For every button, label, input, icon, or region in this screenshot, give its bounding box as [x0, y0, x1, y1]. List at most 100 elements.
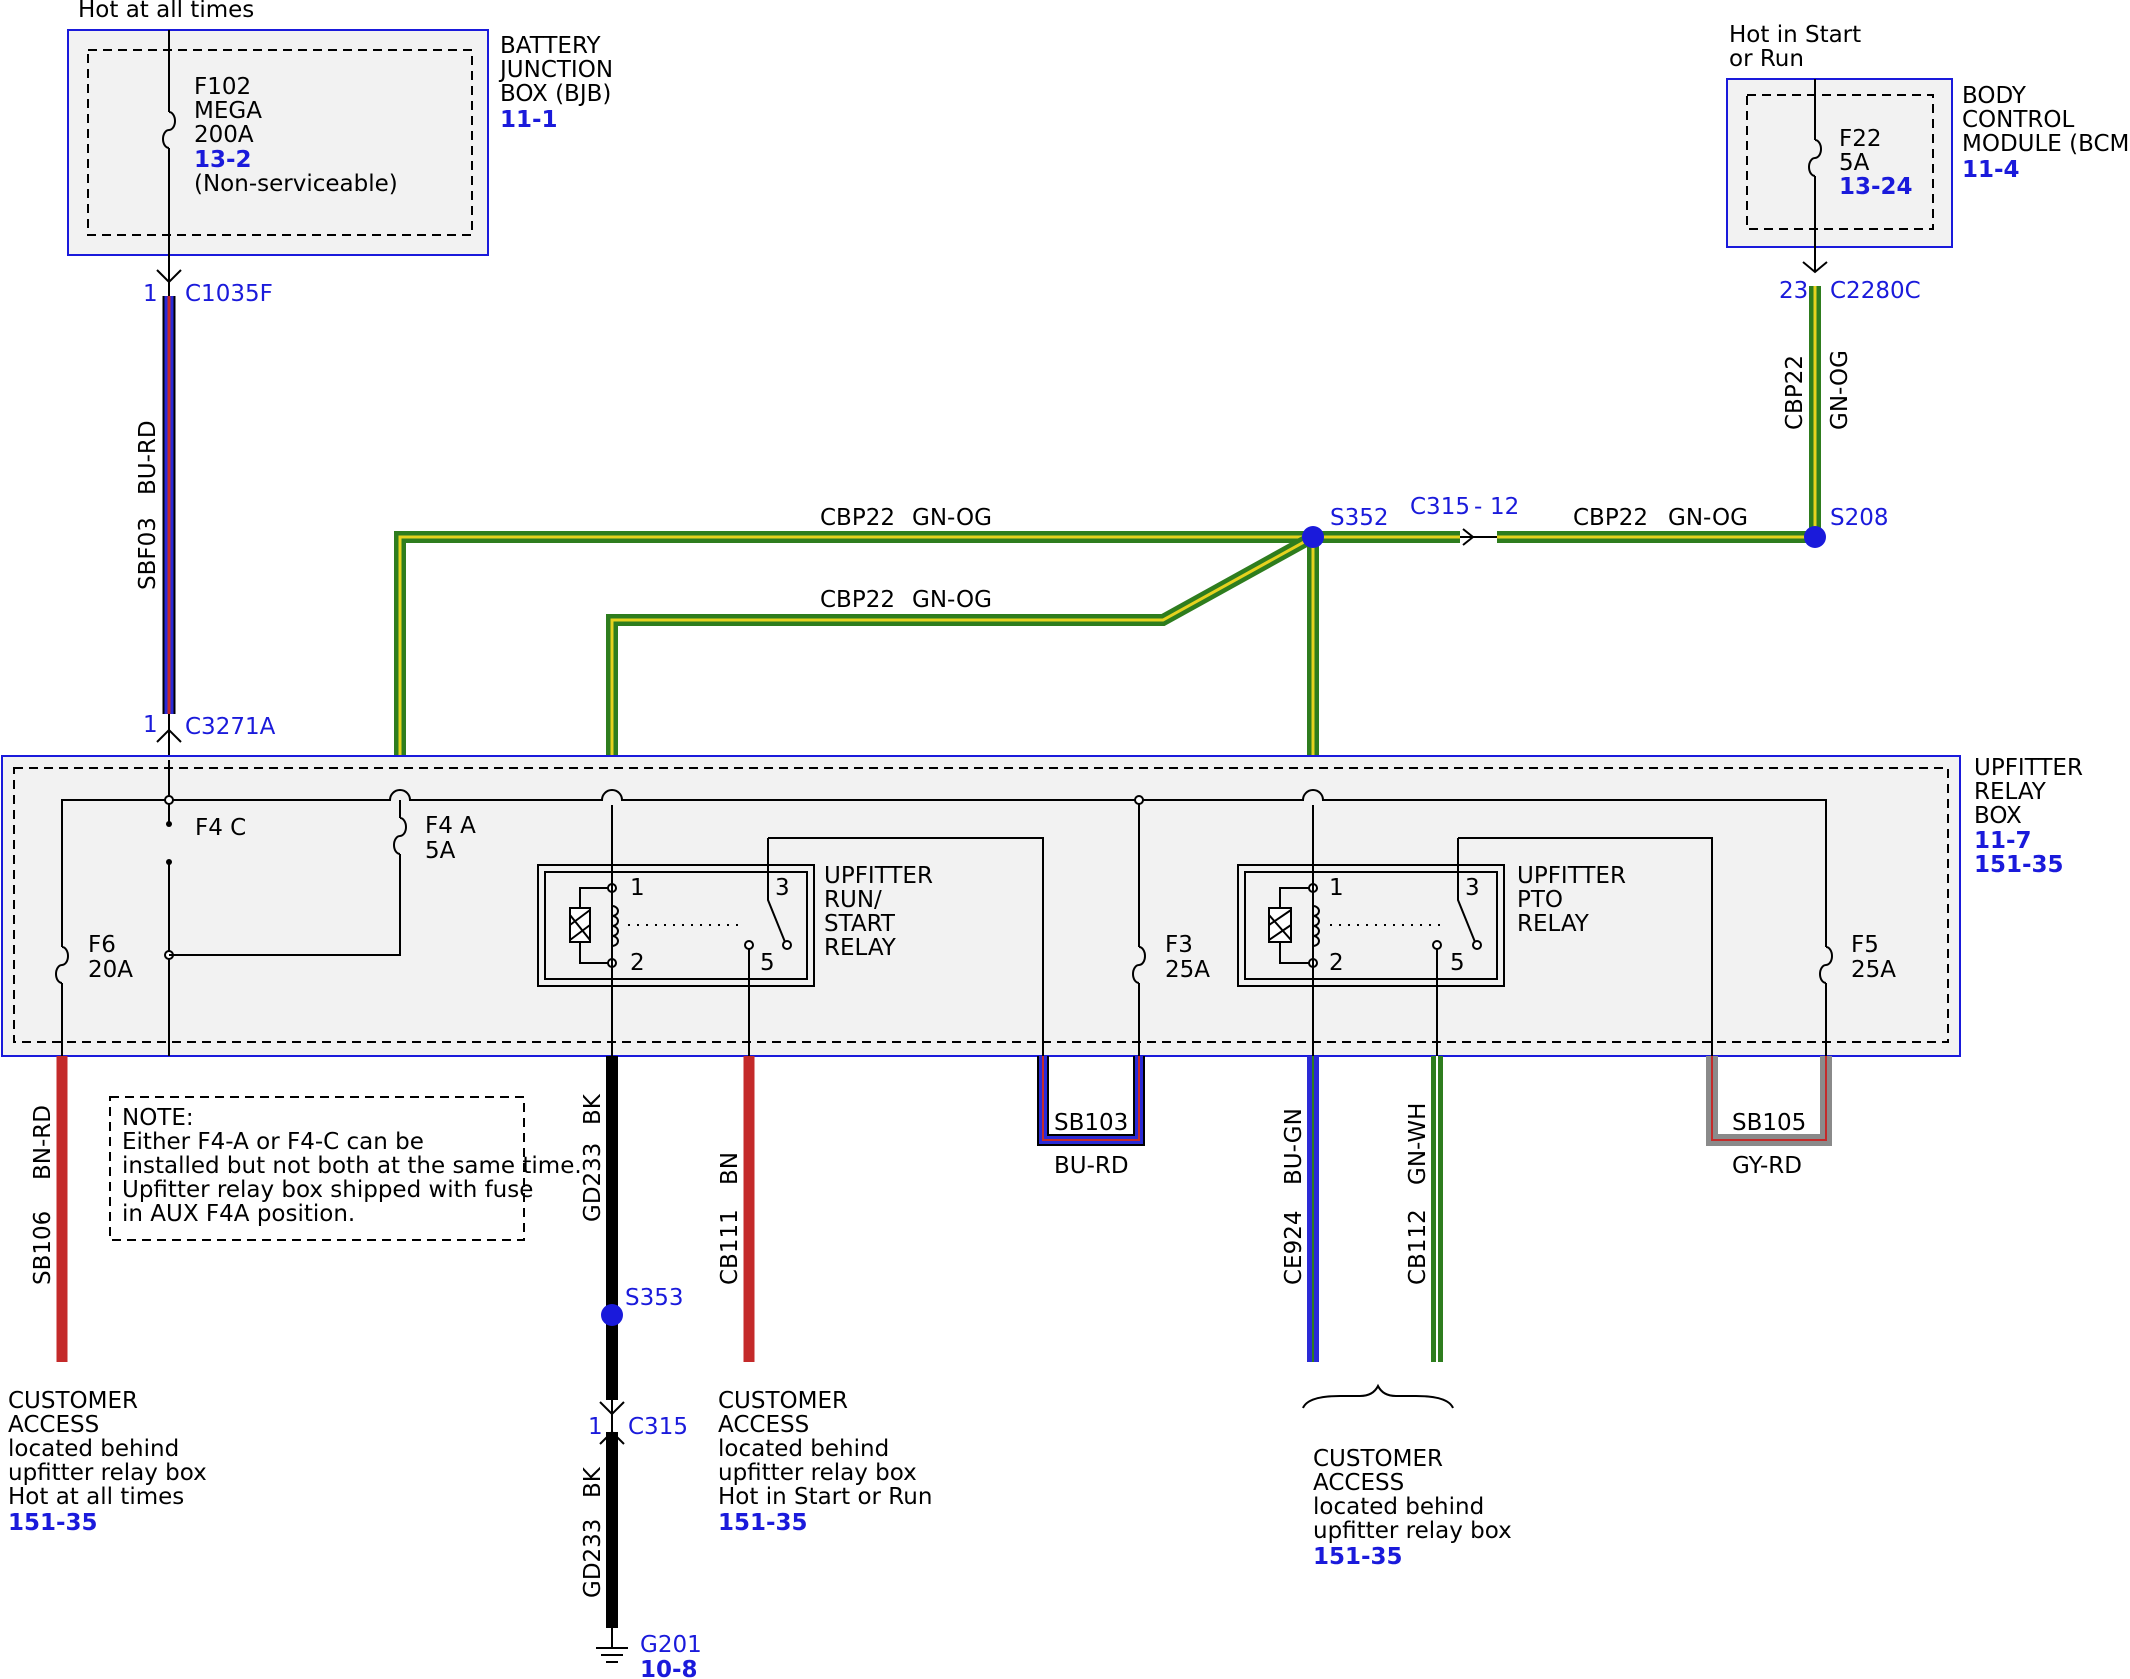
access-left-line3: located behind	[8, 1436, 179, 1462]
c315-inline-name[interactable]: C315	[1410, 494, 1470, 520]
relay1-label-line1: UPFITTER	[824, 863, 933, 889]
body-control-module: Hot in Start or Run F22 5A 13-24 BODY CO…	[1726, 22, 2130, 248]
bjb-label-line3: BOX (BJB)	[500, 81, 611, 107]
note-line2: Either F4-A or F4-C can be	[122, 1129, 424, 1155]
cbp22-top-color: GN-OG	[912, 505, 992, 531]
relay1-pin2: 2	[630, 950, 645, 976]
sb106-color: BN-RD	[30, 1105, 56, 1180]
splice-s208[interactable]	[1804, 526, 1826, 548]
relay2-label-line2: PTO	[1517, 887, 1563, 913]
customer-access-mid: CUSTOMER ACCESS located behind upfitter …	[718, 1388, 932, 1536]
access-left-line4: upfitter relay box	[8, 1460, 207, 1486]
bjb-ref[interactable]: 11-1	[500, 107, 558, 133]
relay2-label-line1: UPFITTER	[1517, 863, 1626, 889]
fuse-f4a-rating: 5A	[425, 838, 456, 864]
access-mid-line4: upfitter relay box	[718, 1460, 917, 1486]
wire-cbp22-top	[394, 531, 1313, 756]
c315-inline-pin: 12	[1490, 494, 1519, 520]
gd233-b-color: BK	[580, 1466, 606, 1498]
cb111-circuit: CB111	[717, 1209, 743, 1285]
splice-s352[interactable]	[1302, 526, 1324, 548]
fuse-f6-name: F6	[88, 932, 116, 958]
c1035f-name[interactable]: C1035F	[185, 281, 273, 307]
relay-box-label-line2: RELAY	[1974, 779, 2047, 805]
bcm-label-line2: CONTROL	[1962, 107, 2075, 133]
bcm-fuse-rating: 5A	[1839, 150, 1870, 176]
bjb-fuse-ref[interactable]: 13-2	[194, 147, 252, 173]
splice-s353[interactable]	[601, 1304, 623, 1326]
cbp22-top-circuit: CBP22	[820, 505, 895, 531]
sb103-circuit: SB103	[1054, 1110, 1128, 1136]
relay-box-label-line1: UPFITTER	[1974, 755, 2083, 781]
cbp22-mid-color: GN-OG	[912, 587, 992, 613]
access-left-ref[interactable]: 151-35	[8, 1510, 98, 1536]
access-mid-line3: located behind	[718, 1436, 889, 1462]
fuse-note: NOTE: Either F4-A or F4-C can be install…	[109, 1096, 582, 1241]
access-right-ref[interactable]: 151-35	[1313, 1544, 1403, 1570]
fuse-f6-rating: 20A	[88, 957, 133, 983]
access-left-line2: ACCESS	[8, 1412, 99, 1438]
relay1-label-line4: RELAY	[824, 935, 897, 961]
sb105-circuit: SB105	[1732, 1110, 1806, 1136]
gd233-b-circuit: GD233	[580, 1519, 606, 1598]
relay2-pin1: 1	[1329, 875, 1344, 901]
cbp22-bcm-color: GN-OG	[1827, 350, 1853, 430]
c315-name[interactable]: C315	[628, 1414, 688, 1440]
bjb-label-line2: JUNCTION	[498, 57, 613, 83]
battery-junction-box: Hot at all times F102 MEGA 200A 13-2 (No…	[67, 0, 613, 256]
cb111-color: BN	[717, 1152, 743, 1185]
bcm-label-line1: BODY	[1962, 83, 2027, 109]
bjb-fuse-type: MEGA	[194, 98, 262, 124]
c315-pin: 1	[588, 1414, 603, 1440]
gd233-a-circuit: GD233	[580, 1143, 606, 1222]
relay1-label-line3: START	[824, 911, 896, 937]
bjb-fuse-name: F102	[194, 74, 251, 100]
ground-g201-icon	[596, 1628, 628, 1663]
s352-label[interactable]: S352	[1330, 505, 1389, 531]
wire-cbp22-mid	[606, 531, 1316, 756]
bcm-label-line3: MODULE (BCM)	[1962, 131, 2130, 157]
bcm-hot-note-line1: Hot in Start	[1729, 22, 1861, 48]
s208-label[interactable]: S208	[1830, 505, 1889, 531]
c1035f-pin: 1	[143, 281, 158, 307]
ground-name[interactable]: G201	[640, 1632, 702, 1658]
c2280c-pin: 23	[1779, 278, 1808, 304]
bjb-fuse-rating: 200A	[194, 122, 254, 148]
customer-access-right: CUSTOMER ACCESS located behind upfitter …	[1313, 1446, 1512, 1570]
access-mid-line1: CUSTOMER	[718, 1388, 848, 1414]
access-left-line5: Hot at all times	[8, 1484, 184, 1510]
sbf03-color: BU-RD	[135, 420, 161, 495]
note-line3: installed but not both at the same time.	[122, 1153, 582, 1179]
c3271a-name[interactable]: C3271A	[185, 714, 276, 740]
c3271a-pin: 1	[143, 712, 158, 738]
relay2-pin5: 5	[1450, 950, 1465, 976]
relay2-pin3: 3	[1465, 875, 1480, 901]
fuse-f5-rating: 25A	[1851, 957, 1896, 983]
cb112-color: GN-WH	[1405, 1103, 1431, 1185]
fuse-f3-rating: 25A	[1165, 957, 1210, 983]
sb106-circuit: SB106	[30, 1211, 56, 1285]
note-line4: Upfitter relay box shipped with fuse	[122, 1177, 533, 1203]
c2280c-name[interactable]: C2280C	[1830, 278, 1921, 304]
relay1-label-line2: RUN/	[824, 887, 882, 913]
sb105-color: GY-RD	[1732, 1153, 1802, 1179]
fuse-f4c-label: F4 C	[195, 815, 246, 841]
bjb-fuse-note: (Non-serviceable)	[194, 171, 398, 197]
access-mid-line5: Hot in Start or Run	[718, 1484, 932, 1510]
fuse-f5-name: F5	[1851, 932, 1879, 958]
fuse-f3-name: F3	[1165, 932, 1193, 958]
bcm-ref[interactable]: 11-4	[1962, 157, 2020, 183]
relay-box-ref-1[interactable]: 11-7	[1974, 828, 2032, 854]
bcm-hot-note-line2: or Run	[1729, 46, 1804, 72]
access-mid-ref[interactable]: 151-35	[718, 1510, 808, 1536]
s353-label[interactable]: S353	[625, 1285, 684, 1311]
gd233-a-color: BK	[580, 1093, 606, 1125]
ground-ref[interactable]: 10-8	[640, 1657, 698, 1679]
relay2-pin2: 2	[1329, 950, 1344, 976]
relay-box-ref-2[interactable]: 151-35	[1974, 852, 2064, 878]
cbp22-bcm-circuit: CBP22	[1782, 355, 1808, 430]
customer-access-left: CUSTOMER ACCESS located behind upfitter …	[8, 1388, 207, 1536]
bcm-fuse-ref[interactable]: 13-24	[1839, 174, 1913, 200]
relay-box-label-line3: BOX	[1974, 803, 2022, 829]
ce924-color: BU-GN	[1281, 1108, 1307, 1185]
